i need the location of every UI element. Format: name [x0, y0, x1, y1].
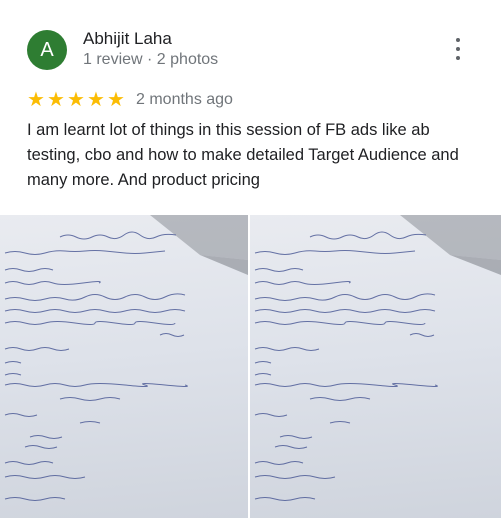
review-header: A Abhijit Laha 1 review · 2 photos — [0, 0, 501, 90]
review-photos — [0, 215, 501, 518]
star-icon: ★ — [107, 89, 125, 111]
star-icon: ★ — [27, 89, 45, 111]
rating-row: ★ ★ ★ ★ ★ 2 months ago — [27, 89, 233, 111]
star-rating: ★ ★ ★ ★ ★ — [27, 90, 126, 110]
review-photo-2[interactable] — [250, 215, 501, 518]
more-vert-icon[interactable] — [448, 38, 468, 60]
reviewer-meta: 1 review · 2 photos — [83, 51, 219, 68]
avatar[interactable]: A — [27, 30, 67, 70]
review-text: I am learnt lot of things in this sessio… — [27, 121, 459, 189]
reviewer-name[interactable]: Abhijit Laha — [83, 29, 172, 49]
star-icon: ★ — [47, 89, 65, 111]
review-photo-1[interactable] — [0, 215, 248, 518]
handwritten-notes-photo — [4, 215, 248, 501]
review-date: 2 months ago — [136, 91, 233, 108]
handwritten-notes-photo — [254, 215, 501, 501]
avatar-letter: A — [40, 38, 54, 61]
star-icon: ★ — [67, 89, 85, 111]
star-icon: ★ — [87, 89, 105, 111]
